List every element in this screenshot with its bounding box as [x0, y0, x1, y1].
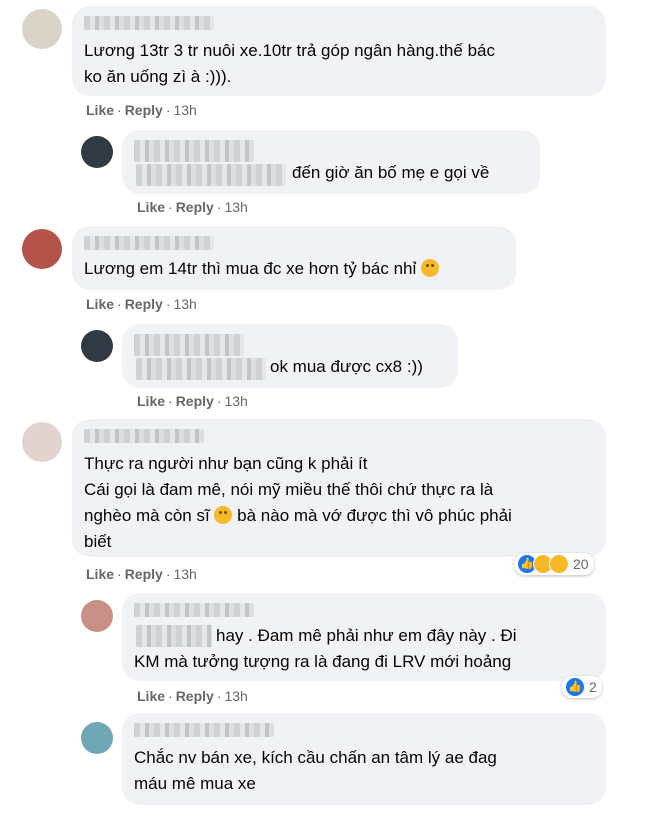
timestamp[interactable]: 13h — [173, 102, 196, 118]
author-name-blurred[interactable] — [134, 723, 274, 737]
author-name-blurred[interactable] — [84, 16, 214, 30]
reply-bubble: Chắc nv bán xe, kích cầu chấn an tâm lý … — [122, 713, 606, 805]
reply-bubble: ok mua được cx8 :)) — [122, 324, 458, 388]
avatar[interactable] — [81, 136, 113, 168]
comment-text-line: Cái gọi là đam mê, nói mỹ miều thế thôi … — [84, 480, 494, 499]
comment-actions: Like · Reply · 13h — [86, 296, 197, 312]
comment-text-line: Lương 13tr 3 tr nuôi xe.10tr trả góp ngâ… — [84, 41, 495, 60]
pensive-emoji — [214, 506, 233, 524]
author-name-blurred[interactable] — [134, 334, 244, 356]
comment-text-line: máu mê mua xe — [134, 774, 256, 793]
comment-text: bà nào mà vớ được thì vô phúc phải — [237, 506, 512, 525]
author-name-blurred[interactable] — [134, 603, 254, 617]
comment-text-line: ok mua được cx8 :)) — [270, 357, 423, 376]
comment-text-line: Lương em 14tr thì mua đc xe hơn tỷ bác n… — [84, 256, 440, 282]
comment-actions: Like · Reply · 13h — [137, 393, 248, 409]
reply-link[interactable]: Reply — [125, 102, 163, 118]
reaction-summary[interactable]: 👍 2 — [562, 676, 602, 698]
comment-text-line: Thực ra người như bạn cũng k phải ít — [84, 454, 368, 473]
comment-actions: Like · Reply · 13h — [86, 102, 197, 118]
avatar[interactable] — [22, 229, 62, 269]
reply-link[interactable]: Reply — [125, 296, 163, 312]
timestamp[interactable]: 13h — [173, 566, 196, 582]
wow-icon — [549, 554, 569, 574]
tagged-name-blurred[interactable] — [136, 358, 266, 380]
reply-bubble: hay . Đam mê phải như em đây này . Đi KM… — [122, 593, 606, 681]
comment-text: Lương em 14tr thì mua đc xe hơn tỷ bác n… — [84, 259, 417, 278]
like-link[interactable]: Like — [137, 199, 165, 215]
reply-link[interactable]: Reply — [176, 688, 214, 704]
like-link[interactable]: Like — [86, 102, 114, 118]
like-link[interactable]: Like — [137, 688, 165, 704]
reaction-count: 2 — [589, 679, 597, 695]
reply-link[interactable]: Reply — [176, 199, 214, 215]
reaction-summary[interactable]: 👍 20 — [514, 553, 594, 575]
comment-text-line: biết — [84, 532, 112, 551]
like-link[interactable]: Like — [86, 296, 114, 312]
comment-actions: Like · Reply · 13h — [137, 199, 248, 215]
reply-link[interactable]: Reply — [176, 393, 214, 409]
author-name-blurred[interactable] — [84, 429, 204, 443]
timestamp[interactable]: 13h — [224, 393, 247, 409]
author-name-blurred[interactable] — [84, 236, 214, 250]
comment-text: nghèo mà còn sĩ — [84, 506, 210, 525]
avatar[interactable] — [81, 330, 113, 362]
comment-actions: Like · Reply · 13h — [137, 688, 248, 704]
comment-bubble: Lương 13tr 3 tr nuôi xe.10tr trả góp ngâ… — [72, 6, 606, 96]
reply-bubble: đến giờ ăn bố mẹ e gọi về — [122, 130, 540, 194]
comment-text-line: hay . Đam mê phải như em đây này . Đi — [216, 626, 517, 645]
avatar[interactable] — [81, 600, 113, 632]
comment-bubble: Lương em 14tr thì mua đc xe hơn tỷ bác n… — [72, 226, 516, 290]
like-link[interactable]: Like — [86, 566, 114, 582]
laughing-tears-emoji — [421, 259, 440, 277]
comment-text-line: đến giờ ăn bố mẹ e gọi về — [292, 163, 490, 182]
comment-text-line: Chắc nv bán xe, kích cầu chấn an tâm lý … — [134, 748, 497, 767]
comment-bubble: Thực ra người như bạn cũng k phải ít Cái… — [72, 419, 606, 557]
tagged-name-blurred[interactable] — [136, 164, 286, 186]
reaction-count: 20 — [573, 556, 589, 572]
timestamp[interactable]: 13h — [224, 199, 247, 215]
comment-actions: Like · Reply · 13h — [86, 566, 197, 582]
comment-text-line: nghèo mà còn sĩ bà nào mà vớ được thì vô… — [84, 503, 512, 529]
timestamp[interactable]: 13h — [173, 296, 196, 312]
reply-link[interactable]: Reply — [125, 566, 163, 582]
avatar[interactable] — [81, 722, 113, 754]
tagged-name-blurred[interactable] — [136, 625, 212, 647]
like-icon: 👍 — [565, 677, 585, 697]
author-name-blurred[interactable] — [134, 140, 254, 162]
comment-text-line: KM mà tưởng tượng ra là đang đi LRV mới … — [134, 652, 512, 671]
timestamp[interactable]: 13h — [224, 688, 247, 704]
comment-text-line: ko ăn uống zì à :))). — [84, 67, 232, 86]
like-link[interactable]: Like — [137, 393, 165, 409]
avatar[interactable] — [22, 422, 62, 462]
avatar[interactable] — [22, 9, 62, 49]
